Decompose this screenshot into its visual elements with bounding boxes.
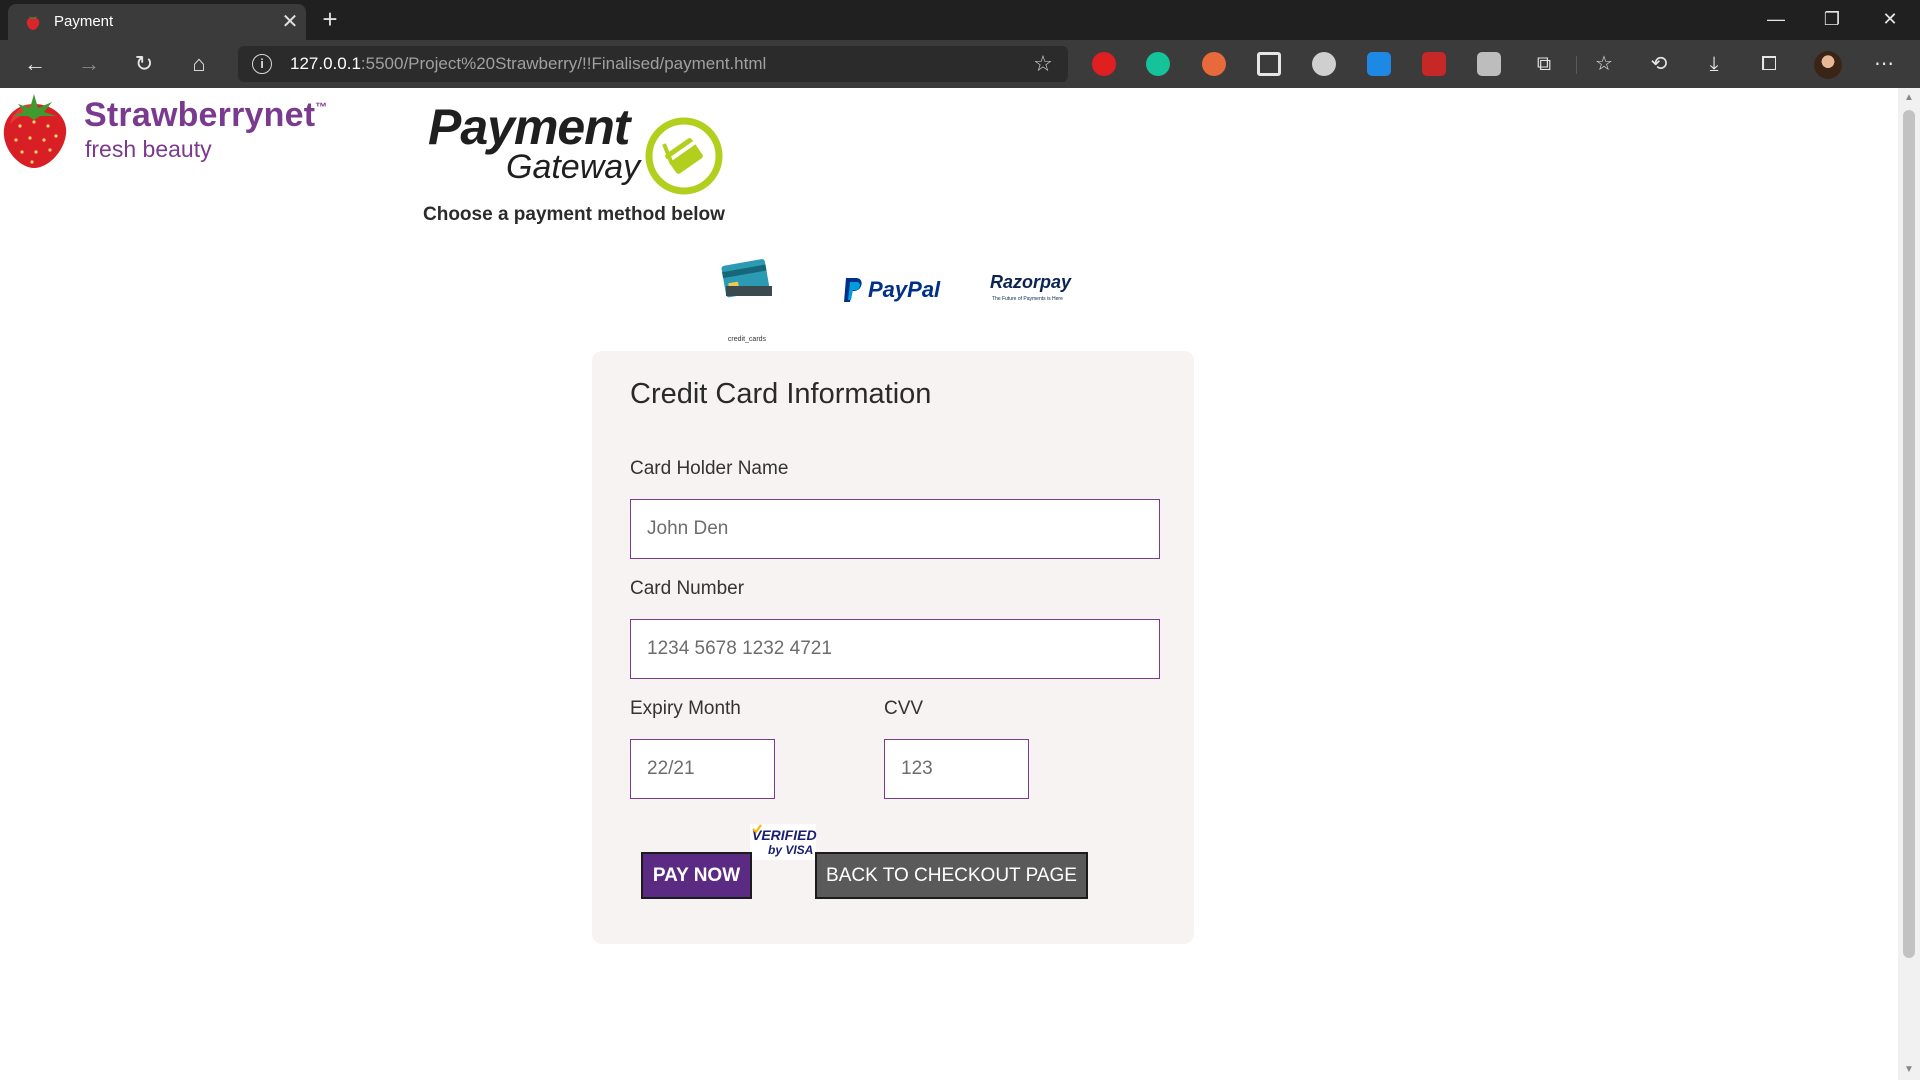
scroll-up-arrow-icon[interactable]: ▲: [1903, 92, 1915, 104]
page-content: Strawberrynet™ fresh beauty Payment Gate…: [0, 88, 1898, 1080]
extensions-puzzle-icon[interactable]: ⧉: [1530, 50, 1558, 78]
back-to-checkout-button[interactable]: BACK TO CHECKOUT PAGE: [815, 852, 1088, 899]
strawberry-logo-icon: [3, 94, 67, 168]
razorpay-method-button[interactable]: Razorpay The Future of Payments is Here: [990, 272, 1074, 308]
payment-method-instruction: Choose a payment method below: [423, 204, 725, 225]
strawberry-favicon-icon: [26, 16, 40, 30]
translator-extension-icon[interactable]: [1367, 52, 1391, 76]
verified-by-visa-line2: by VISA: [768, 843, 814, 857]
card-holder-input[interactable]: [630, 499, 1160, 559]
collections-icon[interactable]: ⧠: [1755, 50, 1783, 78]
add-favorite-icon[interactable]: ☆: [1030, 51, 1056, 77]
reader-extension-icon[interactable]: [1422, 52, 1446, 76]
browser-titlebar: Payment ✕ + — ❐ ✕: [0, 0, 1920, 40]
address-bar[interactable]: i 127.0.0.1:5500/Project%20Strawberry/!!…: [238, 46, 1068, 82]
visa-check-icon: [752, 824, 762, 834]
credit-card-form: Credit Card Information Card Holder Name…: [592, 351, 1194, 944]
scroll-down-arrow-icon[interactable]: ▼: [1903, 1064, 1915, 1076]
scrollbar-thumb[interactable]: [1903, 110, 1915, 958]
pay-now-button[interactable]: PAY NOW: [641, 852, 752, 899]
cvv-label: CVV: [884, 698, 924, 719]
privacy-extension-icon[interactable]: [1477, 52, 1501, 76]
more-menu-icon[interactable]: ⋯: [1870, 50, 1898, 78]
page-scrollbar[interactable]: ▲ ▼: [1898, 88, 1920, 1080]
tampermonkey-extension-icon[interactable]: [1312, 52, 1336, 76]
expiry-month-label: Expiry Month: [630, 698, 741, 719]
home-button[interactable]: ⌂: [182, 48, 216, 80]
verified-by-visa-badge: VERIFIED by VISA: [750, 824, 817, 860]
toolbar-separator: [1576, 56, 1577, 74]
form-title: Credit Card Information: [630, 378, 932, 410]
gateway-logo-word-payment: Payment: [428, 99, 630, 155]
paypal-p-icon: [844, 278, 862, 302]
card-number-input[interactable]: [630, 619, 1160, 679]
favorites-icon[interactable]: ☆: [1590, 50, 1618, 78]
brand-tagline: fresh beauty: [85, 136, 212, 162]
paypal-label: PayPal: [868, 277, 941, 302]
close-window-button[interactable]: ✕: [1862, 0, 1918, 40]
strawberrynet-logo[interactable]: Strawberrynet™ fresh beauty: [0, 88, 340, 173]
razorpay-tagline: The Future of Payments is Here: [992, 296, 1063, 302]
browser-toolbar: ← → ↻ ⌂ i 127.0.0.1:5500/Project%20Straw…: [0, 40, 1920, 88]
ublock-extension-icon[interactable]: [1092, 52, 1116, 76]
new-tab-button[interactable]: +: [316, 6, 344, 34]
paypal-method-button[interactable]: PayPal: [842, 274, 942, 306]
razorpay-label: Razorpay: [990, 272, 1072, 292]
tab-close-icon[interactable]: ✕: [278, 10, 302, 34]
card-number-label: Card Number: [630, 578, 745, 599]
brand-name: Strawberrynet™: [84, 96, 328, 134]
reload-button[interactable]: ↻: [127, 48, 161, 80]
forward-button[interactable]: →: [72, 48, 106, 80]
history-icon[interactable]: ⟲: [1645, 50, 1673, 78]
address-url[interactable]: 127.0.0.1:5500/Project%20Strawberry/!!Fi…: [290, 55, 766, 73]
credit-card-caption: credit_cards: [727, 336, 767, 343]
minimize-button[interactable]: —: [1748, 0, 1804, 40]
gateway-card-badge-icon: [645, 117, 723, 195]
downloads-icon[interactable]: ⤓: [1700, 50, 1728, 78]
credit-card-method-icon[interactable]: [718, 256, 776, 306]
back-button[interactable]: ←: [18, 48, 52, 80]
profile-avatar[interactable]: [1814, 51, 1842, 79]
gateway-logo-word-gateway: Gateway: [506, 148, 641, 186]
window-resizer-extension-icon[interactable]: [1257, 52, 1281, 76]
card-holder-label: Card Holder Name: [630, 458, 789, 479]
browser-tab-payment[interactable]: Payment ✕: [8, 4, 306, 40]
expiry-month-input[interactable]: [630, 739, 775, 799]
payment-gateway-logo: Payment Gateway: [428, 99, 738, 195]
eyedropper-extension-icon[interactable]: [1202, 52, 1226, 76]
cvv-input[interactable]: [884, 739, 1029, 799]
grammarly-extension-icon[interactable]: [1146, 52, 1170, 76]
site-info-icon[interactable]: i: [252, 54, 272, 74]
restore-button[interactable]: ❐: [1804, 0, 1860, 40]
tab-title: Payment: [54, 13, 114, 30]
